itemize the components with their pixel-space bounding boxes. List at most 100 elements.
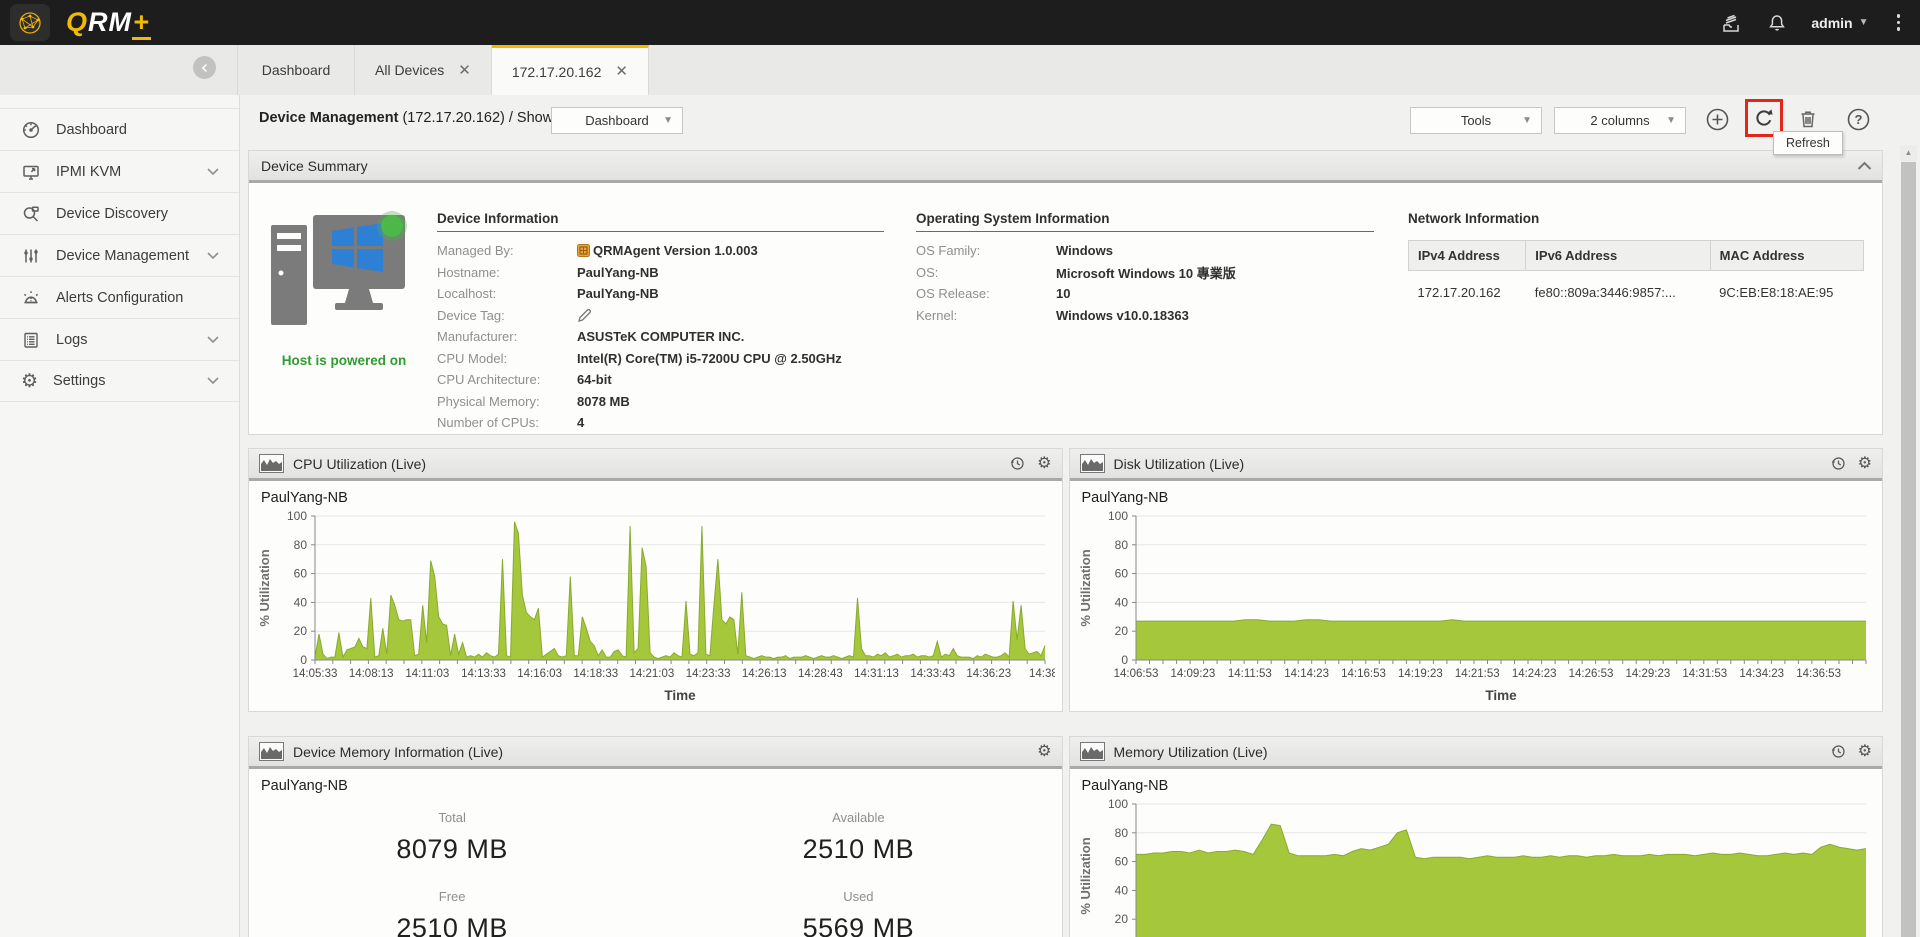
- svg-text:100: 100: [1107, 509, 1127, 523]
- user-menu[interactable]: admin ▼: [1811, 15, 1868, 31]
- disk-utilization-chart: 0 20 40 60 80 100 14:06:53 14:09:23 14:11:53 14:1…: [1070, 506, 1883, 706]
- chevron-down-icon: [207, 377, 219, 385]
- notifications-bell-icon[interactable]: [1765, 11, 1789, 35]
- host-computer-icon: [271, 211, 407, 325]
- svg-text:14:31:13: 14:31:13: [854, 668, 899, 680]
- sidebar-item-settings[interactable]: ⚙ Settings: [0, 360, 239, 402]
- svg-text:14:26:53: 14:26:53: [1568, 668, 1613, 680]
- info-row: OS: Microsoft Windows 10 專業版: [916, 264, 1236, 281]
- disk-utilization-panel: Disk Utilization (Live) ⚙ PaulYang-NB 0 2…: [1068, 448, 1883, 712]
- help-button[interactable]: ?: [1843, 104, 1873, 134]
- scroll-up-icon[interactable]: ▲: [1900, 145, 1917, 161]
- svg-text:14:18:33: 14:18:33: [573, 668, 618, 680]
- close-icon[interactable]: ✕: [458, 63, 471, 78]
- svg-text:14:14:23: 14:14:23: [1284, 668, 1329, 680]
- edit-pencil-icon[interactable]: [577, 308, 592, 323]
- panel-title: Device Summary: [261, 157, 368, 174]
- network-info-title: Network Information: [1408, 211, 1540, 226]
- svg-text:% Utilization: % Utilization: [257, 549, 272, 626]
- monitor-icon: [23, 165, 39, 180]
- column-header: IPv6 Address: [1525, 240, 1711, 271]
- memory-info-grid: Total 8079 MB Available 2510 MB Free 251…: [249, 810, 1062, 937]
- help-icon: ?: [1847, 108, 1869, 130]
- vertical-scrollbar[interactable]: ▲: [1900, 145, 1917, 937]
- device-memory-info-panel: Device Memory Information (Live) ⚙ PaulY…: [248, 736, 1063, 937]
- history-icon[interactable]: [1009, 455, 1026, 472]
- chevron-down-icon: [207, 251, 219, 259]
- gear-icon[interactable]: ⚙: [1037, 455, 1051, 472]
- svg-text:14:24:23: 14:24:23: [1511, 668, 1556, 680]
- close-icon[interactable]: ✕: [615, 64, 628, 79]
- gear-icon[interactable]: ⚙: [1858, 743, 1872, 760]
- sidebar-item-ipmi-kvm[interactable]: IPMI KVM: [0, 150, 239, 192]
- add-widget-button[interactable]: [1702, 104, 1732, 134]
- memory-utilization-chart: 020406080100% Utilization: [1070, 794, 1883, 937]
- sidebar-item-dashboard[interactable]: Dashboard: [0, 108, 239, 150]
- device-info-title: Device Information: [437, 197, 884, 232]
- sliders-icon: [24, 249, 38, 262]
- panel-title: CPU Utilization (Live): [293, 455, 427, 472]
- svg-text:14:36:23: 14:36:23: [966, 668, 1011, 680]
- memory-used-value: 5569 MB: [802, 913, 915, 937]
- sidebar-item-device-discovery[interactable]: Device Discovery: [0, 192, 239, 234]
- sidebar-item-device-management[interactable]: Device Management: [0, 234, 239, 276]
- background-tasks-icon[interactable]: [1719, 11, 1743, 35]
- svg-text:14:19:23: 14:19:23: [1398, 668, 1443, 680]
- tab-dashboard[interactable]: Dashboard: [237, 45, 355, 95]
- sidebar-collapse-button[interactable]: [193, 56, 216, 79]
- columns-select[interactable]: 2 columns ▼: [1554, 107, 1686, 134]
- plus-circle-icon: [1706, 108, 1728, 130]
- chevron-down-icon: [207, 167, 219, 175]
- svg-text:14:28:43: 14:28:43: [798, 668, 843, 680]
- info-row: OS Release: 10: [916, 286, 1071, 302]
- chart-host-label: PaulYang-NB: [1081, 490, 1169, 506]
- sidebar-item-alerts-configuration[interactable]: Alerts Configuration: [0, 276, 239, 318]
- svg-text:14:34:23: 14:34:23: [1739, 668, 1784, 680]
- info-row: Hostname: PaulYang-NB: [437, 264, 659, 280]
- chevron-down-icon: [207, 335, 219, 343]
- svg-text:40: 40: [1114, 595, 1128, 609]
- more-menu-icon[interactable]: [1891, 12, 1907, 33]
- app-logo[interactable]: [10, 4, 50, 41]
- refresh-icon: [1756, 109, 1773, 126]
- svg-text:14:29:23: 14:29:23: [1625, 668, 1670, 680]
- tab-strip: Dashboard All Devices ✕ 172.17.20.162 ✕: [0, 45, 1920, 95]
- tools-select[interactable]: Tools ▼: [1410, 107, 1542, 134]
- info-row: OS Family: Windows: [916, 243, 1113, 259]
- svg-text:14:26:13: 14:26:13: [742, 668, 787, 680]
- info-row: Physical Memory: 8078 MB: [437, 393, 630, 409]
- delete-button[interactable]: [1793, 104, 1823, 134]
- svg-text:14:08:13: 14:08:13: [349, 668, 394, 680]
- chevron-down-icon: ▼: [1666, 115, 1676, 126]
- chart-host-label: PaulYang-NB: [1081, 778, 1169, 794]
- history-icon[interactable]: [1830, 455, 1847, 472]
- svg-text:14:09:23: 14:09:23: [1170, 668, 1215, 680]
- svg-text:14:13:33: 14:13:33: [461, 668, 506, 680]
- memory-free-label: Free: [438, 889, 466, 904]
- chevron-down-icon: ▼: [1522, 115, 1532, 126]
- gear-icon[interactable]: ⚙: [1037, 743, 1051, 760]
- page-title: Device Management (172.17.20.162) / Show: [259, 110, 554, 126]
- svg-text:20: 20: [294, 624, 308, 638]
- cpu-utilization-panel: CPU Utilization (Live) ⚙ PaulYang-NB 0 20…: [248, 448, 1063, 712]
- gear-icon: ⚙: [21, 370, 39, 392]
- chart-widget-icon: [1079, 742, 1105, 761]
- memory-total-value: 8079 MB: [396, 834, 508, 864]
- show-select[interactable]: Dashboard ▼: [551, 107, 683, 134]
- sidebar-item-logs[interactable]: Logs: [0, 318, 239, 360]
- svg-text:100: 100: [1107, 797, 1127, 811]
- column-header: IPv4 Address: [1407, 240, 1527, 271]
- svg-text:60: 60: [1114, 855, 1128, 869]
- main-content: Device Management (172.17.20.162) / Show…: [241, 95, 1920, 937]
- svg-text:80: 80: [1114, 826, 1128, 840]
- tab-device-172-17-20-162[interactable]: 172.17.20.162 ✕: [491, 45, 649, 95]
- scrollbar-thumb[interactable]: [1901, 162, 1916, 937]
- collapse-panel-icon[interactable]: [1857, 161, 1872, 171]
- info-row: Manufacturer: ASUSTeK COMPUTER INC.: [437, 329, 745, 345]
- history-icon[interactable]: [1830, 743, 1847, 760]
- svg-text:14:06:53: 14:06:53: [1113, 668, 1158, 680]
- tab-all-devices[interactable]: All Devices ✕: [355, 45, 492, 95]
- chart-widget-icon: [1079, 454, 1105, 473]
- gear-icon[interactable]: ⚙: [1858, 455, 1872, 472]
- info-row: Number of CPUs: 4: [437, 415, 585, 431]
